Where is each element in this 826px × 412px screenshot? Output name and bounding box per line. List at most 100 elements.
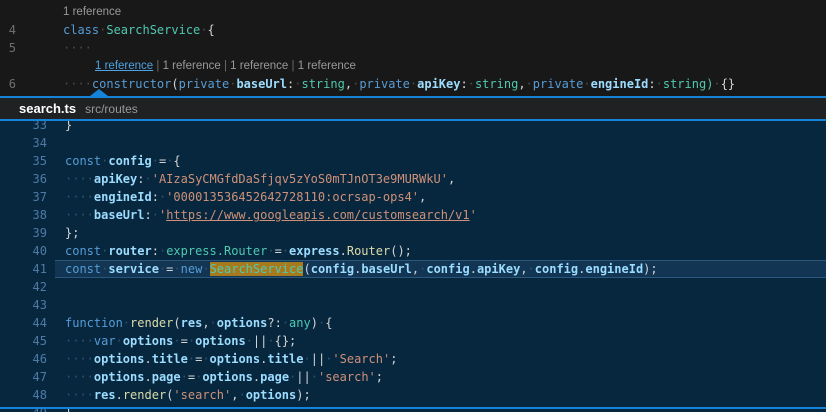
- code-token: );: [296, 388, 310, 402]
- code-token: ·: [152, 208, 159, 222]
- code-text[interactable]: [55, 278, 826, 296]
- code-text[interactable]: ····constructor(private·baseUrl:·string,…: [63, 75, 826, 93]
- line-number[interactable]: 46: [0, 350, 47, 368]
- line-number[interactable]: 33: [0, 121, 47, 134]
- line-number[interactable]: 44: [0, 314, 47, 332]
- code-line-36[interactable]: 36····apiKey:·'AIzaSyCMGfdDaSfjqv5zYoS0m…: [0, 170, 826, 188]
- peek-editor-rows: 33}3435const·config·=·{36····apiKey:·'AI…: [0, 121, 826, 412]
- codelens-reference-link[interactable]: 1 reference: [63, 6, 121, 18]
- code-token: ·: [145, 172, 152, 186]
- codelens-row: 1 reference | 1 reference | 1 reference …: [0, 57, 826, 75]
- line-number[interactable]: 38: [0, 206, 47, 224]
- codelens-reference-link[interactable]: 1 reference: [95, 60, 153, 72]
- code-line-33[interactable]: 33}: [0, 121, 826, 134]
- code-line-44[interactable]: 44 function·render(res,·options?:·any)·{: [0, 314, 826, 332]
- line-number[interactable]: 41: [0, 260, 47, 278]
- code-text[interactable]: ····apiKey:·'AIzaSyCMGfdDaSfjqv5zYoS0mTJ…: [55, 170, 826, 188]
- code-token: apiKey: [94, 172, 137, 186]
- code-text[interactable]: const·service·=·new·SearchService(config…: [55, 260, 826, 278]
- code-line-39[interactable]: 39};: [0, 224, 826, 242]
- line-number[interactable]: 42: [0, 278, 47, 296]
- code-token: var: [94, 334, 116, 348]
- code-line-34[interactable]: 34: [0, 134, 826, 152]
- code-text[interactable]: ····baseUrl:·'https://www.googleapis.com…: [55, 206, 826, 224]
- code-token: {: [325, 316, 332, 330]
- code-token: config: [535, 262, 578, 276]
- line-number[interactable]: 34: [0, 134, 47, 152]
- code-line-35[interactable]: 35 const·config·=·{: [0, 152, 826, 170]
- codelens-reference-link[interactable]: 1 reference: [230, 60, 288, 72]
- code-token: ,: [518, 77, 525, 91]
- code-token: .: [116, 388, 123, 402]
- code-token: ,: [448, 172, 455, 186]
- line-number[interactable]: 36: [0, 170, 47, 188]
- code-token: =: [275, 244, 282, 258]
- code-text[interactable]: ····engineId:·'000013536452642728110:ocr…: [55, 188, 826, 206]
- code-token: ····: [65, 208, 94, 222]
- code-line-38[interactable]: 38 ····baseUrl:·'https://www.googleapis.c…: [0, 206, 826, 224]
- code-token: ,: [345, 77, 352, 91]
- code-token: :: [460, 77, 467, 91]
- code-line-48[interactable]: 48 ····res.render('search',·options);: [0, 386, 826, 404]
- code-line-6[interactable]: 6 ····constructor(private·baseUrl:·string…: [0, 75, 826, 93]
- line-number[interactable]: 40: [0, 242, 47, 260]
- code-text[interactable]: const·config·=·{: [55, 152, 826, 170]
- code-token: 'AIzaSyCMGfdDaSfjqv5zYoS0mTJnOT3e9MURWkU…: [152, 172, 448, 186]
- code-token: ····: [65, 190, 94, 204]
- code-token: apiKey: [477, 262, 520, 276]
- line-number[interactable]: 5: [0, 39, 16, 57]
- code-token: config: [426, 262, 469, 276]
- code-text[interactable]: const·router:·express.Router·=·express.R…: [55, 242, 826, 260]
- code-line-42[interactable]: 42: [0, 278, 826, 296]
- line-number[interactable]: 43: [0, 296, 47, 314]
- code-token: ): [311, 316, 318, 330]
- code-text[interactable]: };: [55, 224, 826, 242]
- code-token: router: [108, 244, 151, 258]
- code-text[interactable]: function·render(res,·options?:·any)·{: [55, 314, 826, 332]
- code-line-45[interactable]: 45 ····var·options·=·options·||·{};: [0, 332, 826, 350]
- codelens-reference-link[interactable]: 1 reference: [163, 60, 221, 72]
- line-number[interactable]: 4: [0, 21, 16, 39]
- codelens-separator: |: [288, 60, 297, 72]
- code-text[interactable]: }: [55, 121, 826, 134]
- code-token: .: [340, 244, 347, 258]
- code-text[interactable]: ····: [63, 39, 826, 57]
- code-line-37[interactable]: 37 ····engineId:·'000013536452642728110:o…: [0, 188, 826, 206]
- code-line-43[interactable]: 43: [0, 296, 826, 314]
- code-token: .: [144, 352, 151, 366]
- code-text[interactable]: [55, 134, 826, 152]
- code-token: ?:: [267, 316, 281, 330]
- line-number[interactable]: 47: [0, 368, 47, 386]
- code-line-47[interactable]: 47 ····options.page·=·options.page·||·'se…: [0, 368, 826, 386]
- code-line-46[interactable]: 46····options.title·=·options.title·||·'…: [0, 350, 826, 368]
- code-line-41[interactable]: 41 const·service·=·new·SearchService(conf…: [0, 260, 826, 278]
- code-token: options: [210, 352, 261, 366]
- line-number[interactable]: 48: [0, 386, 47, 404]
- url-link[interactable]: https://www.googleapis.com/customsearch/…: [166, 208, 469, 222]
- code-token: SearchService: [210, 262, 304, 276]
- codelens-reference-link[interactable]: 1 reference: [298, 60, 356, 72]
- line-number[interactable]: 6: [0, 75, 16, 93]
- code-token: page: [260, 370, 289, 384]
- peek-view-header[interactable]: search.ts src/routes: [0, 96, 826, 121]
- code-text[interactable]: class·SearchService·{: [63, 21, 826, 39]
- code-token: engineId: [591, 77, 649, 91]
- code-text[interactable]: ····options.title·=·options.title·||·'Se…: [55, 350, 826, 368]
- code-token: ·: [202, 262, 209, 276]
- line-number[interactable]: 45: [0, 332, 47, 350]
- code-text[interactable]: ····res.render('search',·options);: [55, 386, 826, 404]
- code-line-5[interactable]: 5 ····: [0, 39, 826, 57]
- code-token: new: [181, 262, 203, 276]
- code-token: function: [65, 316, 123, 330]
- line-number[interactable]: 37: [0, 188, 47, 206]
- line-number[interactable]: 39: [0, 224, 47, 242]
- code-text[interactable]: ····var·options·=·options·||·{};: [55, 332, 826, 350]
- code-line-40[interactable]: 40 const·router:·express.Router·=·express…: [0, 242, 826, 260]
- code-text[interactable]: ····options.page·=·options.page·||·'sear…: [55, 368, 826, 386]
- code-line-4[interactable]: 4 class·SearchService·{: [0, 21, 826, 39]
- line-number[interactable]: 35: [0, 152, 47, 170]
- code-token: ·: [116, 334, 123, 348]
- code-token: ·: [188, 352, 195, 366]
- code-token: string: [301, 77, 344, 91]
- code-text[interactable]: [55, 296, 826, 314]
